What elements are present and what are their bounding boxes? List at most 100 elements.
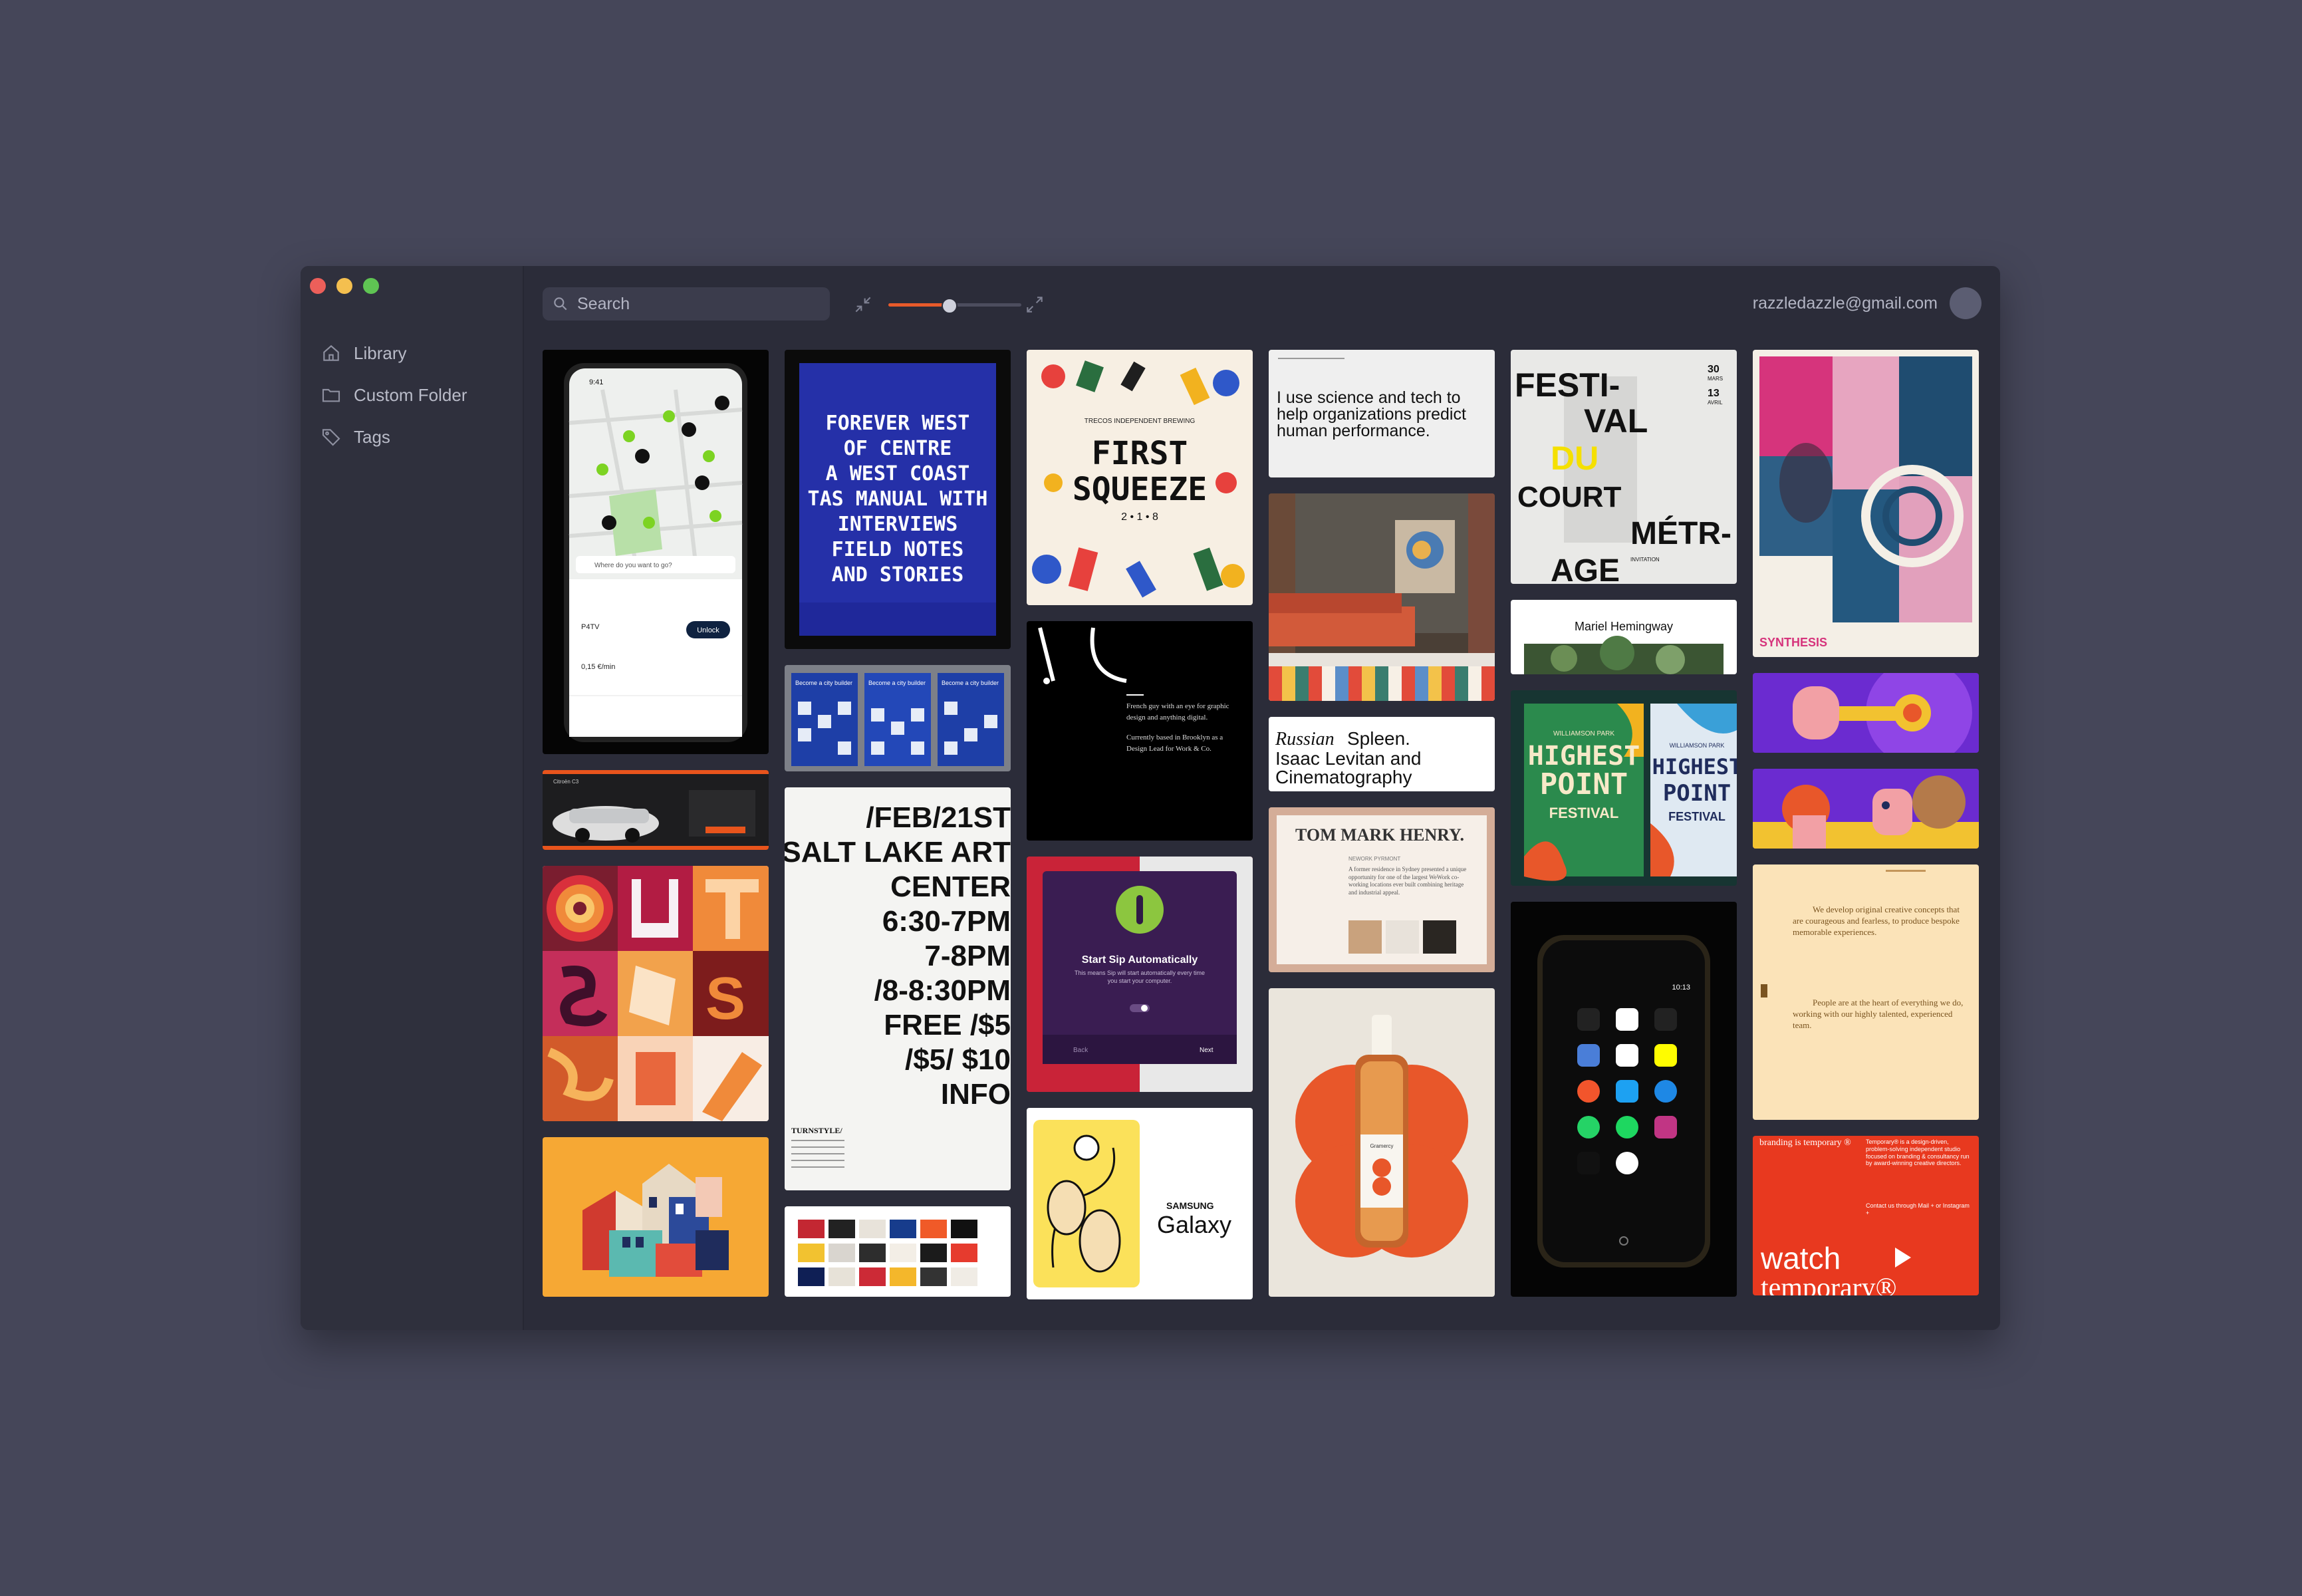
sidebar-item-tags[interactable]: Tags: [320, 423, 467, 451]
grid-item-temporary-red[interactable]: branding is temporary ® Temporary® is a …: [1753, 1136, 1979, 1295]
window-controls: [310, 278, 379, 294]
minimize-window-button[interactable]: [336, 278, 352, 294]
app-window: Library Custom Folder Tags Search razzle…: [301, 266, 2000, 1330]
sidebar-item-library[interactable]: Library: [320, 339, 467, 367]
svg-text:Next: Next: [1200, 1047, 1214, 1054]
user-email: razzledazzle@gmail.com: [1752, 293, 1938, 313]
svg-text:/FEB/21ST: /FEB/21ST: [866, 801, 1011, 834]
svg-text:2 • 1 • 8: 2 • 1 • 8: [1121, 511, 1158, 523]
grid-item-synthesis[interactable]: SYNTHESIS: [1753, 350, 1979, 657]
grid-item-phone-icons[interactable]: 10:13: [1511, 902, 1737, 1297]
grid-column: SYNTHESIS We develop original creative c…: [1753, 350, 1979, 1299]
svg-text:Spleen.: Spleen.: [1347, 728, 1410, 749]
svg-text:A WEST COAST: A WEST COAST: [826, 462, 970, 485]
grid-column: FOREVER WEST OF CENTRE A WEST COAST TAS …: [785, 350, 1011, 1299]
grid-item-houses-illustration[interactable]: [543, 1137, 769, 1297]
svg-text:INVITATION: INVITATION: [1630, 557, 1660, 563]
zoom-out-icon[interactable]: [852, 294, 874, 315]
grid-item-temporary-text[interactable]: We develop original creative concepts th…: [1753, 864, 1979, 1120]
svg-text:HIGHEST: HIGHEST: [1652, 754, 1737, 779]
search-input[interactable]: Search: [543, 287, 830, 321]
grid-item-characters-illustration[interactable]: [1753, 769, 1979, 849]
svg-text:CENTER: CENTER: [890, 870, 1011, 903]
svg-text:temporary®: temporary®: [1761, 1273, 1897, 1295]
svg-text:Isaac Levitan and: Isaac Levitan and: [1275, 748, 1422, 769]
grid-item-festival-court-metrage[interactable]: FESTI- VAL DU COURT MÉTR- AGE 30 MARS 13…: [1511, 350, 1737, 584]
svg-text:DU: DU: [1551, 440, 1599, 477]
grid-item-mariel-hemingway[interactable]: Mariel Hemingway: [1511, 600, 1737, 674]
zoom-slider-handle[interactable]: [942, 298, 958, 314]
user-account[interactable]: razzledazzle@gmail.com: [1753, 287, 1982, 319]
grid-item-russian-spleen[interactable]: Russian Spleen. Isaac Levitan and Cinema…: [1269, 717, 1495, 791]
grid-item-sip-dialog[interactable]: Start Sip Automatically This means Sip w…: [1027, 857, 1253, 1092]
grid-item-city-builder[interactable]: Become a city builder Become a city buil…: [785, 665, 1011, 771]
grid-item-dark-bio[interactable]: French guy with an eye for graphic desig…: [1027, 621, 1253, 841]
sidebar-item-label: Custom Folder: [354, 384, 467, 405]
svg-text:WILLIAMSON PARK: WILLIAMSON PARK: [1670, 742, 1725, 749]
sidebar: Library Custom Folder Tags: [301, 266, 524, 1330]
grid-item-portfolio-grid[interactable]: [785, 1206, 1011, 1297]
svg-text:Unlock: Unlock: [697, 626, 719, 634]
svg-text:Become a city builder: Become a city builder: [942, 680, 999, 686]
zoom-slider-fill: [888, 303, 948, 307]
svg-text:FESTIVAL: FESTIVAL: [1668, 810, 1726, 823]
grid-item-first-squeeze[interactable]: TRECOS INDEPENDENT BREWING FIRST SQUEEZE…: [1027, 350, 1253, 605]
close-window-button[interactable]: [310, 278, 326, 294]
svg-text:S: S: [705, 966, 745, 1032]
tag-icon: [322, 429, 340, 446]
svg-text:TAS MANUAL WITH: TAS MANUAL WITH: [808, 487, 988, 511]
grid-item-trumpet-illustration[interactable]: [1753, 673, 1979, 753]
zoom-slider[interactable]: [888, 298, 1021, 314]
svg-text:NEWORK PYRMONT: NEWORK PYRMONT: [1348, 856, 1400, 862]
grid-column: FESTI- VAL DU COURT MÉTR- AGE 30 MARS 13…: [1511, 350, 1737, 1299]
grid-column: 9:41 Where do you want to go? P4TV Unloc…: [543, 350, 769, 1299]
home-icon: [323, 344, 339, 361]
svg-text:SYNTHESIS: SYNTHESIS: [1759, 636, 1827, 649]
maximize-window-button[interactable]: [363, 278, 379, 294]
svg-text:watch: watch: [1760, 1241, 1841, 1275]
grid-item-samsung-galaxy[interactable]: SAMSUNG Galaxy: [1027, 1108, 1253, 1299]
svg-text:FESTIVAL: FESTIVAL: [1549, 805, 1619, 821]
svg-text:VAL: VAL: [1584, 402, 1648, 440]
avatar[interactable]: [1950, 287, 1982, 319]
grid-item-map-app[interactable]: 9:41 Where do you want to go? P4TV Unloc…: [543, 350, 769, 754]
svg-text:FOREVER WEST: FOREVER WEST: [826, 412, 970, 435]
sidebar-item-label: Library: [354, 342, 407, 363]
svg-text:INFO: INFO: [941, 1078, 1011, 1111]
grid-item-salt-lake-poster[interactable]: /FEB/21ST SALT LAKE ART CENTER 6:30-7PM …: [785, 787, 1011, 1190]
svg-text:POINT: POINT: [1663, 780, 1731, 807]
grid-column: I use science and tech to help organizat…: [1269, 350, 1495, 1299]
svg-text:Back: Back: [1073, 1047, 1088, 1054]
sidebar-item-custom-folder[interactable]: Custom Folder: [320, 381, 467, 409]
svg-text:AVRIL: AVRIL: [1708, 400, 1723, 406]
grid-item-highest-point-festival[interactable]: WILLIAMSON PARK HIGHEST POINT FESTIVAL W…: [1511, 690, 1737, 886]
svg-text:Cinematography: Cinematography: [1275, 767, 1412, 787]
svg-text:AGE: AGE: [1551, 553, 1620, 584]
zoom-in-icon[interactable]: [1024, 294, 1045, 315]
svg-text:6:30-7PM: 6:30-7PM: [882, 905, 1011, 938]
search-icon: [554, 297, 567, 311]
svg-text:OF CENTRE: OF CENTRE: [844, 437, 952, 460]
grid-item-forever-west-poster[interactable]: FOREVER WEST OF CENTRE A WEST COAST TAS …: [785, 350, 1011, 649]
grid-item-science-text[interactable]: I use science and tech to help organizat…: [1269, 350, 1495, 477]
svg-text:7-8PM: 7-8PM: [924, 940, 1011, 972]
svg-text:AND STORIES: AND STORIES: [832, 563, 964, 587]
svg-text:POINT: POINT: [1540, 767, 1628, 801]
svg-text:30: 30: [1708, 364, 1720, 375]
grid-item-tom-mark-henry[interactable]: TOM MARK HENRY. NEWORK PYRMONT A former …: [1269, 807, 1495, 972]
grid-item-gramercy-bottle[interactable]: Gramercy: [1269, 988, 1495, 1297]
grid-item-car[interactable]: Citroën C3: [543, 770, 769, 850]
svg-text:Citroën C3: Citroën C3: [553, 779, 579, 785]
svg-text:SALT LAKE ART: SALT LAKE ART: [785, 836, 1011, 868]
grid-item-typography-tiles[interactable]: S: [543, 866, 769, 1121]
svg-text:FESTI-: FESTI-: [1515, 366, 1620, 404]
svg-text:13: 13: [1708, 388, 1720, 399]
svg-text:TURNSTYLE/: TURNSTYLE/: [791, 1126, 842, 1135]
svg-text:SQUEEZE: SQUEEZE: [1073, 471, 1207, 508]
svg-text:Where do you want to go?: Where do you want to go?: [594, 562, 672, 569]
svg-text:FIRST: FIRST: [1092, 435, 1188, 472]
main-area: Search razzledazzle@gmail.com 9:41 Where…: [524, 266, 2000, 1330]
svg-text:Russian: Russian: [1275, 729, 1335, 749]
grid-item-interior-room[interactable]: [1269, 493, 1495, 701]
svg-text:0,15 €/min: 0,15 €/min: [581, 663, 615, 671]
